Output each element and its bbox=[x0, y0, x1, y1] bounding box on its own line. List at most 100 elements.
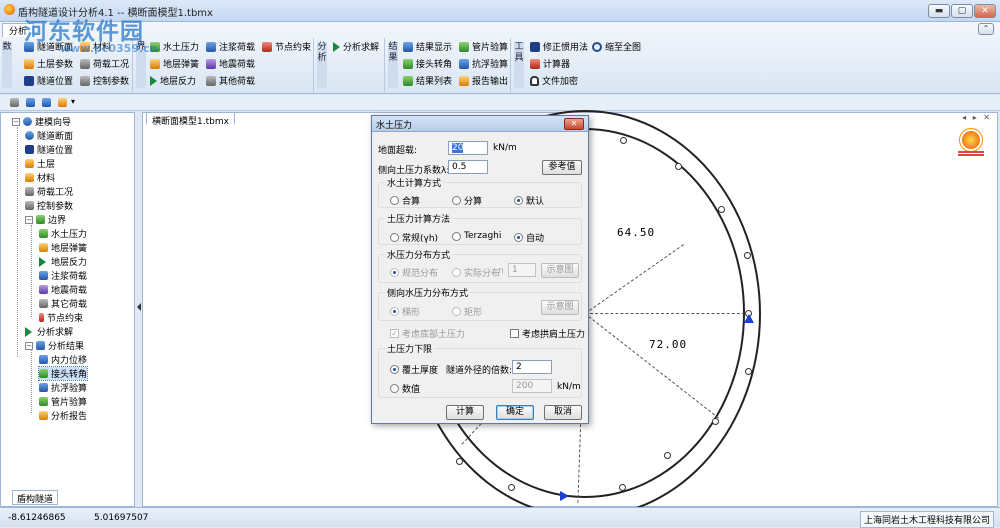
tree-results[interactable]: − 分析结果 bbox=[25, 339, 84, 352]
tree-item-other-load[interactable]: 其它荷载 bbox=[39, 297, 87, 310]
node-point[interactable] bbox=[456, 458, 463, 465]
anti-float-button[interactable]: 抗浮验算 bbox=[459, 57, 508, 70]
other-load-button[interactable]: 其他荷载 bbox=[206, 74, 255, 87]
file-encrypt-button[interactable]: 文件加密 bbox=[530, 74, 578, 87]
tree-item-position[interactable]: 隧道位置 bbox=[25, 143, 73, 156]
report-output-button[interactable]: 报告输出 bbox=[459, 74, 508, 87]
result-list-button[interactable]: 结果列表 bbox=[403, 74, 452, 87]
lower-limit-value[interactable]: 数值 bbox=[390, 382, 420, 395]
reference-value-button[interactable]: 参考值 bbox=[542, 160, 582, 175]
lower-limit-cover[interactable]: 覆土厚度 bbox=[390, 363, 438, 376]
node-point[interactable] bbox=[744, 252, 751, 259]
reaction-icon bbox=[39, 256, 48, 267]
tree-item-reaction[interactable]: 地层反力 bbox=[39, 255, 87, 268]
lateral-coef-input[interactable]: 0.5 bbox=[448, 160, 488, 174]
tree-item-soil[interactable]: 土层 bbox=[25, 157, 55, 170]
node-constraint-button[interactable]: 节点约束 bbox=[262, 40, 311, 53]
soil-params-button[interactable]: 土层参数 bbox=[24, 57, 73, 70]
dialog-title-bar[interactable]: 水土压力 ✕ bbox=[372, 116, 588, 132]
ground-reaction-button[interactable]: 地层反力 bbox=[150, 74, 196, 87]
result-display-button[interactable]: 结果显示 bbox=[403, 40, 452, 53]
node-point[interactable] bbox=[508, 484, 515, 491]
node-point[interactable] bbox=[718, 206, 725, 213]
solve-button[interactable]: 分析求解 bbox=[333, 40, 379, 53]
modified-method-button[interactable]: 修正惯用法 bbox=[530, 40, 588, 53]
tree-item-anti-float[interactable]: 抗浮验算 bbox=[39, 381, 87, 394]
shoulder-earth-pressure-checkbox[interactable]: 考虑拱肩土压力 bbox=[510, 327, 585, 340]
quick-access-toolbar: ▾ bbox=[0, 95, 1000, 111]
surcharge-input[interactable]: 20 bbox=[448, 141, 488, 155]
earth-method-terzaghi[interactable]: Terzaghi bbox=[452, 231, 501, 241]
document-tab[interactable]: 横断面模型1.tbmx bbox=[146, 112, 235, 127]
ground-spring-button[interactable]: 地层弹簧 bbox=[150, 57, 199, 70]
joint-rotation-button[interactable]: 接头转角 bbox=[403, 57, 452, 70]
earth-method-conventional[interactable]: 常规(γh) bbox=[390, 231, 438, 244]
collapse-left-icon[interactable] bbox=[137, 303, 141, 311]
collapse-icon[interactable]: − bbox=[12, 117, 20, 126]
tree-boundary[interactable]: − 边界 bbox=[25, 213, 66, 226]
tree-item-control[interactable]: 控制参数 bbox=[25, 199, 73, 212]
control-params-button[interactable]: 控制参数 bbox=[80, 74, 129, 87]
new-file-icon[interactable] bbox=[10, 98, 19, 107]
tree-item-section[interactable]: 隧道断面 bbox=[25, 129, 73, 142]
cancel-button[interactable]: 取消 bbox=[544, 405, 582, 420]
tunnel-position-button[interactable]: 隧道位置 bbox=[24, 74, 73, 87]
tree-item-loadcase[interactable]: 荷载工况 bbox=[25, 185, 73, 198]
node-point[interactable] bbox=[619, 484, 626, 491]
maximize-button[interactable]: ▢ bbox=[951, 4, 973, 18]
tree-item-internal-force[interactable]: 内力位移 bbox=[39, 353, 87, 366]
radio-selected-icon bbox=[514, 196, 523, 205]
calculate-button[interactable]: 计算 bbox=[446, 405, 484, 420]
ribbon-collapse-button[interactable]: ⌃ bbox=[978, 23, 994, 35]
calc-mode-default[interactable]: 默认 bbox=[514, 194, 544, 207]
tree-bottom-tab[interactable]: 盾构隧道 bbox=[12, 490, 59, 505]
bottom-earth-pressure-checkbox[interactable]: ✓ 考虑底部土压力 bbox=[390, 327, 465, 340]
side-water-trapezoid[interactable]: 梯形 bbox=[390, 305, 420, 318]
tree-item-spring[interactable]: 地层弹簧 bbox=[39, 241, 87, 254]
tree-item-water-earth[interactable]: 水土压力 bbox=[39, 227, 87, 240]
load-case-button[interactable]: 荷载工况 bbox=[80, 57, 129, 70]
tree-item-joint-rotation[interactable]: 接头转角 bbox=[37, 366, 89, 381]
app-icon[interactable] bbox=[4, 4, 15, 15]
calculator-button[interactable]: 计算器 bbox=[530, 57, 570, 70]
water-dist-actual[interactable]: 实际分布 bbox=[452, 266, 500, 279]
tree-item-node-constraint[interactable]: 节点约束 bbox=[39, 311, 83, 324]
lower-value-input[interactable]: 200 bbox=[512, 379, 552, 393]
node-point[interactable] bbox=[664, 452, 671, 459]
dialog-close-button[interactable]: ✕ bbox=[564, 118, 584, 130]
tree-item-segment-check[interactable]: 管片验算 bbox=[39, 395, 87, 408]
save-as-icon[interactable] bbox=[42, 98, 51, 107]
tree-root[interactable]: − 建模向导 bbox=[12, 115, 71, 128]
save-icon[interactable] bbox=[26, 98, 35, 107]
collapse-icon[interactable]: − bbox=[25, 215, 33, 224]
water-n-input[interactable]: 1 bbox=[508, 263, 536, 277]
tree-item-report[interactable]: 分析报告 bbox=[39, 409, 87, 422]
tree-item-seismic[interactable]: 地震荷载 bbox=[39, 283, 87, 296]
open-folder-icon[interactable] bbox=[58, 98, 67, 107]
water-dist-code[interactable]: 规范分布 bbox=[390, 266, 438, 279]
side-water-demo-button[interactable]: 示意图 bbox=[541, 300, 579, 315]
tree-solve[interactable]: 分析求解 bbox=[25, 325, 73, 338]
calc-mode-combined[interactable]: 合算 bbox=[390, 194, 420, 207]
zoom-extents-button[interactable]: 缩至全图 bbox=[592, 40, 641, 53]
water-dist-demo-button[interactable]: 示意图 bbox=[541, 263, 579, 278]
chevron-down-icon[interactable]: ▾ bbox=[71, 97, 75, 106]
seismic-load-button[interactable]: 地震荷载 bbox=[206, 57, 255, 70]
tree-item-material[interactable]: 材料 bbox=[25, 171, 55, 184]
segment-check-button[interactable]: 管片验算 bbox=[459, 40, 508, 53]
ok-button[interactable]: 确定 bbox=[496, 405, 534, 420]
collapse-icon[interactable]: − bbox=[25, 341, 33, 350]
ratio-input[interactable]: 2 bbox=[512, 360, 552, 374]
tree-item-grout[interactable]: 注浆荷载 bbox=[39, 269, 87, 282]
node-point[interactable] bbox=[675, 163, 682, 170]
minimize-button[interactable]: ▬ bbox=[928, 4, 950, 18]
node-point[interactable] bbox=[620, 137, 627, 144]
calc-mode-separate[interactable]: 分算 bbox=[452, 194, 482, 207]
node-point[interactable] bbox=[745, 368, 752, 375]
close-button[interactable]: ✕ bbox=[974, 4, 996, 18]
side-water-rectangle[interactable]: 矩形 bbox=[452, 305, 482, 318]
node-point[interactable] bbox=[712, 418, 719, 425]
earth-method-auto[interactable]: 自动 bbox=[514, 231, 544, 244]
tab-nav-icons[interactable]: ◂ ▸ ✕ bbox=[962, 113, 992, 122]
grouting-load-button[interactable]: 注浆荷载 bbox=[206, 40, 255, 53]
